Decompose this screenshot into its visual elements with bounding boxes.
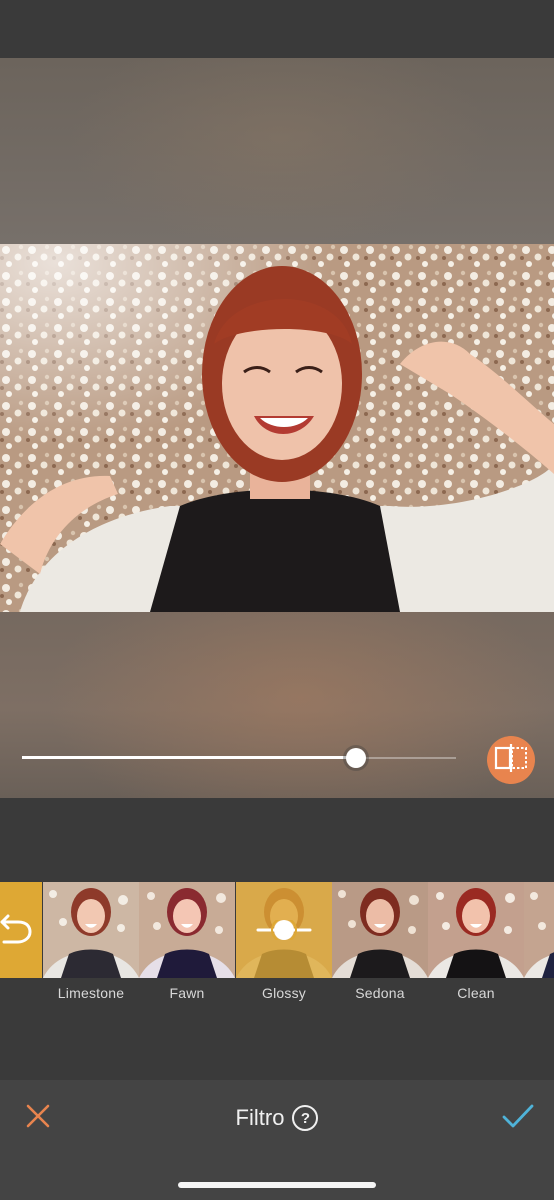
status-bar-area xyxy=(0,0,554,58)
help-button[interactable]: ? xyxy=(292,1105,319,1131)
home-indicator xyxy=(178,1182,376,1188)
slider-thumb[interactable] xyxy=(346,748,366,768)
edited-photo xyxy=(0,244,554,612)
bottom-toolbar: Filtro ? xyxy=(0,1080,554,1200)
confirm-button[interactable] xyxy=(498,1100,538,1136)
filter-strip[interactable] xyxy=(0,882,554,978)
filter-label-selected: Glossy xyxy=(262,985,306,1001)
filter-labels: Limestone Fawn Glossy Sedona Clean xyxy=(0,985,554,1005)
filter-label: Limestone xyxy=(57,985,125,1001)
undo-filter-tile[interactable] xyxy=(0,882,42,978)
filter-thumb-fawn[interactable] xyxy=(139,882,235,978)
compare-button[interactable] xyxy=(487,736,535,784)
filter-thumb-next[interactable] xyxy=(524,882,554,978)
intensity-slider[interactable] xyxy=(22,746,456,770)
undo-arrow-icon xyxy=(0,912,34,948)
checkmark-icon xyxy=(501,1102,535,1135)
filter-thumb-limestone[interactable] xyxy=(43,882,139,978)
filter-label: Sedona xyxy=(355,985,405,1001)
compare-split-icon xyxy=(494,743,528,777)
selected-filter-adjust-icon xyxy=(256,920,312,940)
slider-fill xyxy=(22,756,356,759)
help-circle-icon: ? xyxy=(300,1109,311,1127)
filter-thumb-clean[interactable] xyxy=(428,882,524,978)
filter-thumb-sedona[interactable] xyxy=(332,882,428,978)
filter-thumb-glossy[interactable] xyxy=(236,882,332,978)
filter-label: Fawn xyxy=(169,985,205,1001)
filter-label: Clean xyxy=(457,985,495,1001)
page-title: Filtro xyxy=(235,1105,285,1130)
toolbar-title-group: Filtro ? xyxy=(0,1102,554,1134)
photo-canvas xyxy=(0,58,554,798)
